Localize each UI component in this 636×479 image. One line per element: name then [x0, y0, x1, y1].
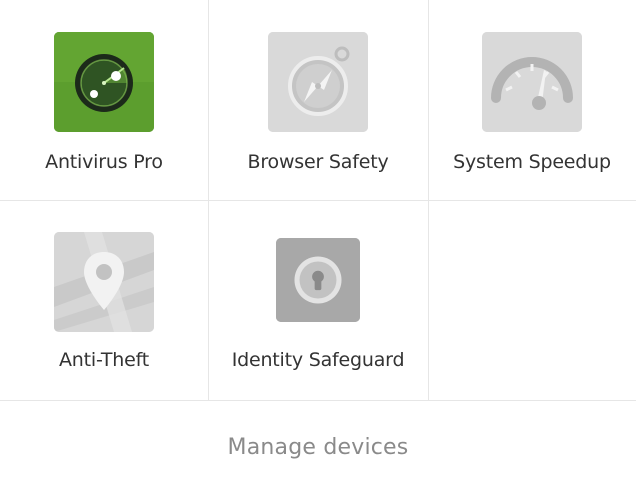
compass-icon: [268, 32, 368, 132]
app-label: Identity Safeguard: [231, 349, 405, 371]
app-tile-antivirus-pro[interactable]: Antivirus Pro: [0, 0, 208, 200]
app-label: Anti-Theft: [58, 349, 150, 371]
manage-devices-link[interactable]: Manage devices: [0, 401, 636, 479]
app-label: Antivirus Pro: [45, 151, 163, 173]
app-tile-anti-theft[interactable]: Anti-Theft: [0, 200, 208, 400]
app-label: Browser Safety: [247, 151, 389, 173]
manage-devices-label: Manage devices: [227, 435, 409, 460]
empty-tile: [428, 200, 636, 400]
app-tile-browser-safety[interactable]: Browser Safety: [208, 0, 428, 200]
app-tile-identity-safeguard[interactable]: Identity Safeguard: [208, 200, 428, 400]
radar-icon: [54, 32, 154, 132]
map-pin-icon: [54, 232, 154, 332]
speedometer-icon: [482, 32, 582, 132]
app-grid: Antivirus Pro Browser Safety System Spee…: [0, 0, 636, 401]
app-tile-system-speedup[interactable]: System Speedup: [428, 0, 636, 200]
app-label: System Speedup: [453, 151, 611, 173]
lock-icon: [276, 238, 360, 322]
